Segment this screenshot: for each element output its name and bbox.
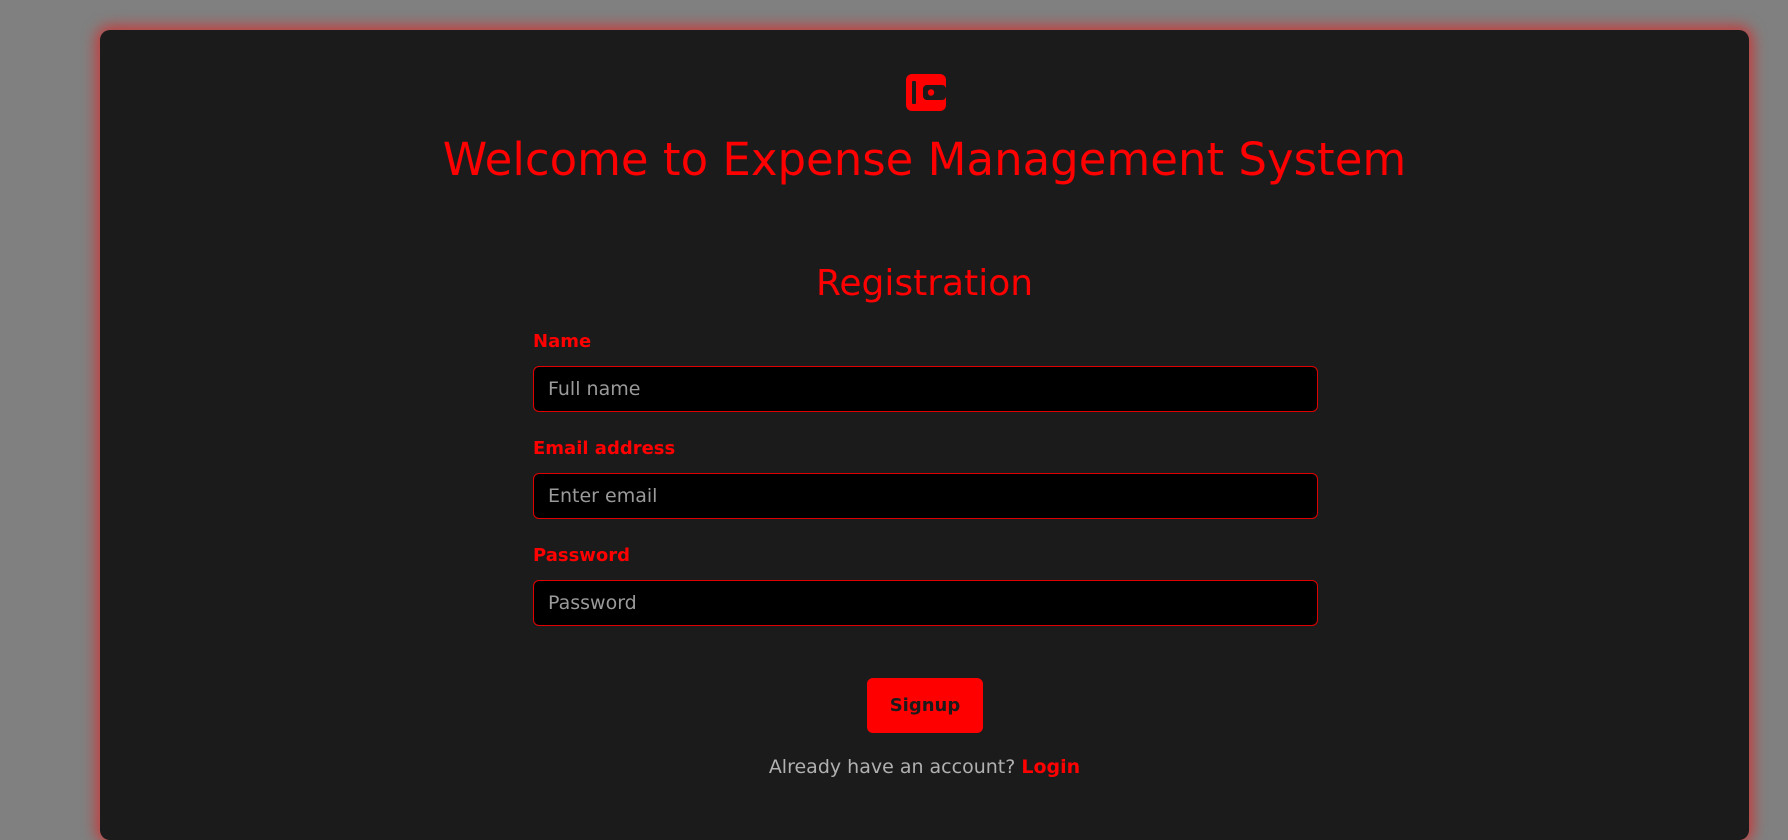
form-title: Registration [815,263,1034,304]
email-input[interactable] [533,473,1318,519]
password-input[interactable] [533,580,1318,626]
registration-card: Welcome to Expense Management System Reg… [100,30,1749,840]
app-title: Welcome to Expense Management System [442,133,1407,186]
login-prompt: Already have an account? Login [100,754,1749,780]
account-prompt-text: Already have an account? [768,756,1016,778]
login-link[interactable]: Login [1021,756,1080,778]
password-label: Password [533,545,631,566]
name-label: Name [533,331,592,352]
wallet-icon [906,74,946,111]
email-label: Email address [533,438,676,459]
signup-button[interactable]: Signup [867,678,983,733]
name-input[interactable] [533,366,1318,412]
